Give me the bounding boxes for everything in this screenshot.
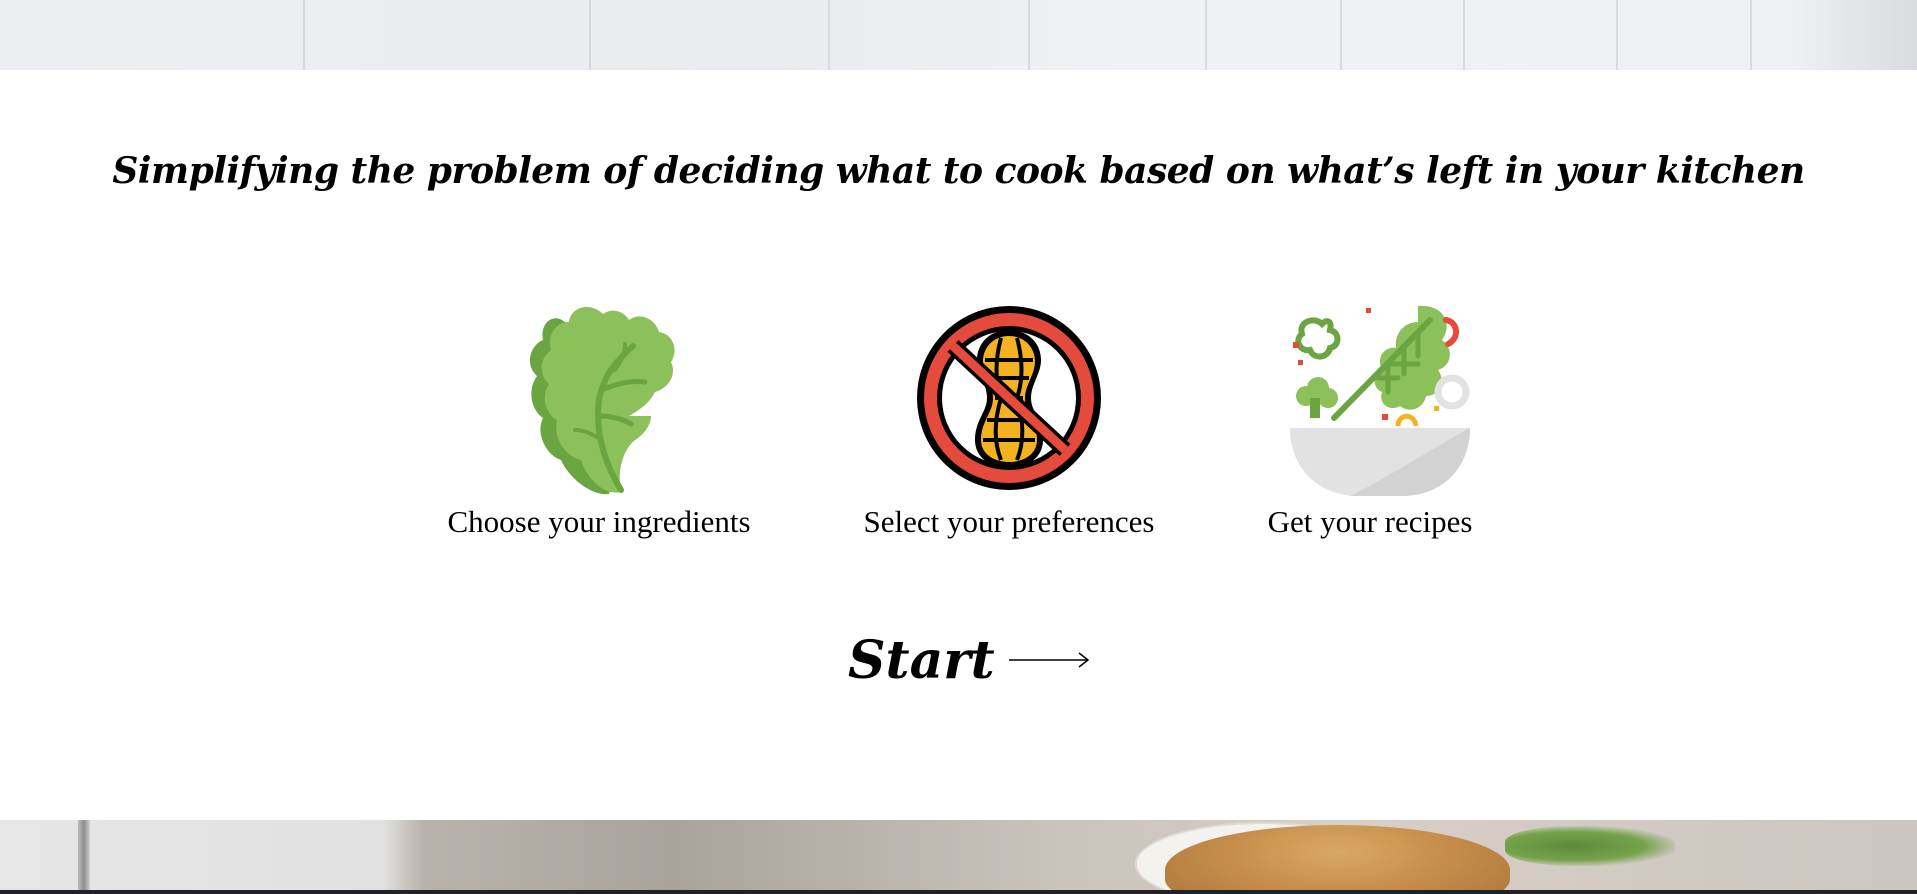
feature-choose-ingredients: Choose your ingredients bbox=[409, 300, 789, 540]
top-background-image bbox=[0, 0, 1917, 70]
intro-section: Simplifying the problem of deciding what… bbox=[0, 70, 1917, 820]
salad-bowl-icon bbox=[1290, 305, 1470, 496]
bottom-divider bbox=[0, 890, 1917, 894]
feature-label: Get your recipes bbox=[1267, 504, 1473, 539]
bottom-background-image bbox=[0, 820, 1917, 890]
no-peanut-icon bbox=[917, 306, 1101, 490]
lettuce-icon bbox=[529, 307, 675, 495]
feature-select-preferences: Select your preferences bbox=[819, 300, 1199, 540]
arrow-right-icon bbox=[1008, 652, 1089, 668]
start-button[interactable]: Start bbox=[848, 625, 1091, 695]
feature-label: Choose your ingredients bbox=[447, 504, 751, 539]
landing-page: Simplifying the problem of deciding what… bbox=[0, 0, 1917, 894]
feature-get-recipes: Get your recipes bbox=[1180, 300, 1560, 540]
start-button-label: Start bbox=[848, 629, 995, 691]
feature-label: Select your preferences bbox=[863, 504, 1155, 539]
page-headline: Simplifying the problem of deciding what… bbox=[112, 150, 1805, 192]
